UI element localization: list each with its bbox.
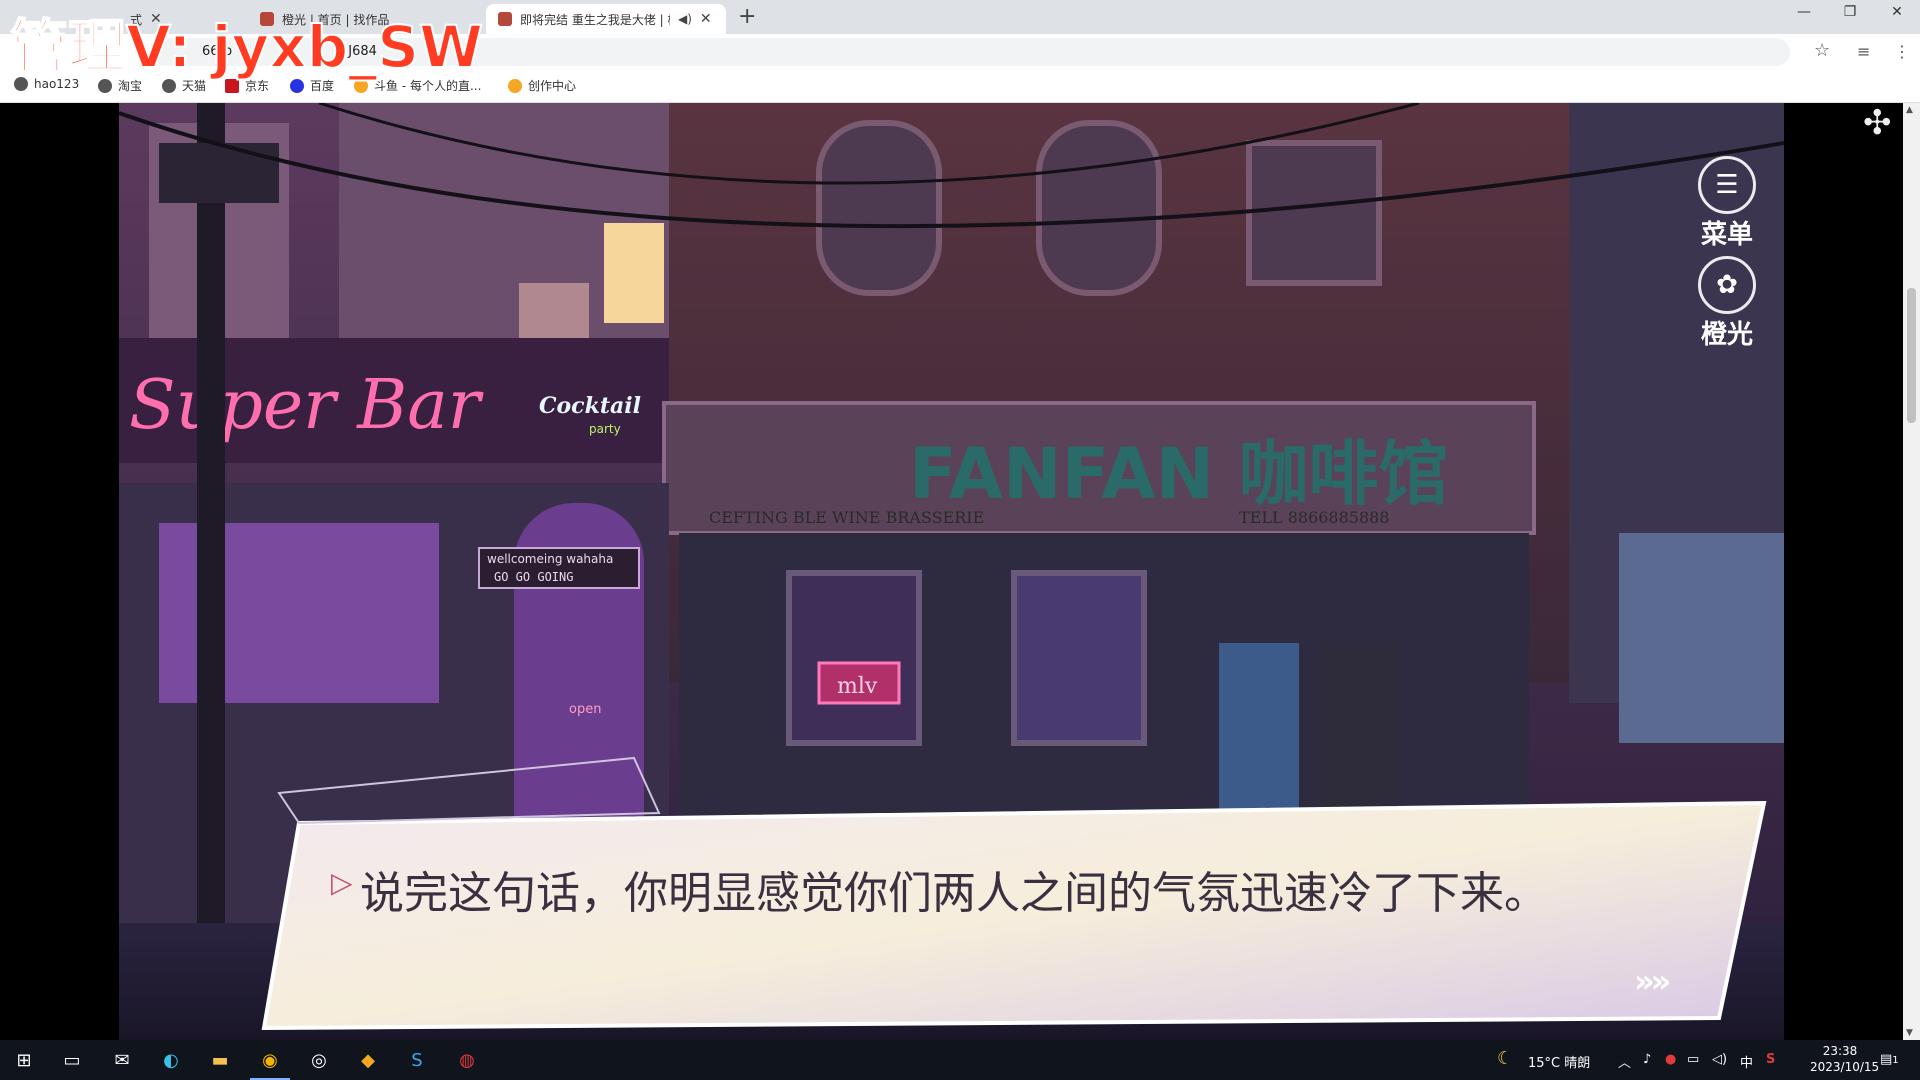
system-clock[interactable]: 23:38 2023/10/15 [1810,1043,1880,1075]
windows-taskbar: ⊞ ▭ ✉ ◐ ▬ ◉ ◎ ◆ S ◍ ☾ 15°C 晴朗 ︿ ♪ ● ▭ ◁)… [0,1040,1920,1080]
watermark-text: 管理V: jyxb_SW [9,12,484,82]
super-bar-sign: Super Bar [129,366,484,445]
network-icon[interactable]: ▭ [1687,1052,1699,1067]
audio-playing-icon[interactable]: ◀) [678,12,692,26]
menu-button[interactable]: ☰ 菜单 [1682,156,1772,251]
door-sign-line-2: GO GO GOING [494,570,573,584]
windows-start-icon[interactable]: ⊞ [10,1046,38,1074]
netease-tray-icon[interactable]: ● [1665,1052,1676,1067]
orange-light-label: 橙光 [1700,320,1753,350]
mtv-sign: mlv [837,674,878,699]
netease-music-icon[interactable]: ◍ [453,1046,481,1074]
dialog-text: 说完这句话，你明显感觉你们两人之间的气氛迅速冷了下来。 [360,868,1548,919]
scroll-down-icon[interactable]: ▼ [1906,1028,1913,1038]
notification-count: 1 [1892,1055,1899,1066]
weather-text[interactable]: 15°C 晴朗 [1528,1052,1590,1071]
notification-center-icon[interactable]: ▤1 [1880,1052,1899,1067]
show-hidden-icons-icon[interactable]: ︿ [1618,1052,1631,1071]
moon-weather-icon[interactable]: ☾ [1497,1048,1513,1069]
dialog-triangle-icon: ▷ [331,866,353,899]
menu-label: 菜单 [1700,220,1753,250]
bookmark-star-icon[interactable]: ☆ [1814,40,1830,61]
tab-close-icon[interactable]: ✕ [700,11,712,27]
media-control-icon[interactable]: ≡ [1857,42,1870,61]
edge-browser-icon[interactable]: ◐ [157,1046,185,1074]
new-tab-button[interactable]: + [738,4,756,29]
cafe-subline: CEFTING BLE WINE BRASSERIE [709,508,984,527]
microphone-icon[interactable]: ♪ [1643,1052,1651,1067]
obs-studio-icon[interactable]: ◎ [305,1046,333,1074]
minimize-window-icon[interactable]: — [1789,4,1819,20]
tab-title: 即将完结 重生之我是大佬 | 橙 [520,12,670,27]
restore-window-icon[interactable]: ❐ [1835,4,1865,20]
cocktail-party-sign: party [589,422,621,436]
chrome-browser-icon[interactable]: ◉ [250,1046,290,1080]
douyu-icon [508,78,522,93]
clock-time: 23:38 [1822,1044,1858,1058]
exit-fullscreen-icon[interactable]: ✣ [1863,103,1892,143]
cocktail-sign: Cocktail [539,393,641,419]
orange-light-logo-icon: ✿ [1698,256,1756,314]
scroll-thumb[interactable] [1907,288,1916,423]
more-menu-icon[interactable]: ⋮ [1894,42,1910,61]
fanfan-cafe-sign: FANFAN 咖啡馆 [909,433,1448,515]
task-view-icon[interactable]: ▭ [58,1046,86,1074]
douyu-app-icon[interactable]: ◆ [354,1046,382,1074]
s-app-icon[interactable]: S [403,1046,431,1074]
cafe-tel: TELL 8866885888 [1239,508,1389,527]
list-icon: ☰ [1698,156,1756,214]
scroll-up-icon[interactable]: ▲ [1906,105,1913,115]
volume-icon[interactable]: ◁) [1712,1052,1727,1067]
bookmark-label: 创作中心 [528,79,577,93]
mail-icon[interactable]: ✉ [108,1046,136,1074]
tab-3-active[interactable]: 即将完结 重生之我是大佬 | 橙 ◀) ✕ [486,4,726,34]
page-scrollbar[interactable]: ▲ ▼ [1903,103,1920,1040]
door-sign-line-1: wellcomeing wahaha [487,552,613,566]
clock-date: 2023/10/15 [1810,1060,1880,1074]
sogou-input-icon[interactable]: S [1766,1052,1775,1067]
close-window-icon[interactable]: ✕ [1882,4,1912,20]
orange-light-button[interactable]: ✿ 橙光 [1682,256,1772,351]
file-explorer-icon[interactable]: ▬ [206,1046,234,1074]
ime-indicator[interactable]: 中 [1740,1052,1753,1071]
orange-light-favicon-icon [498,12,512,26]
advance-dialog-icon[interactable]: »» [1634,962,1671,1000]
open-sign: open [569,702,601,717]
bookmark-creator-center[interactable]: 创作中心 [508,77,576,94]
